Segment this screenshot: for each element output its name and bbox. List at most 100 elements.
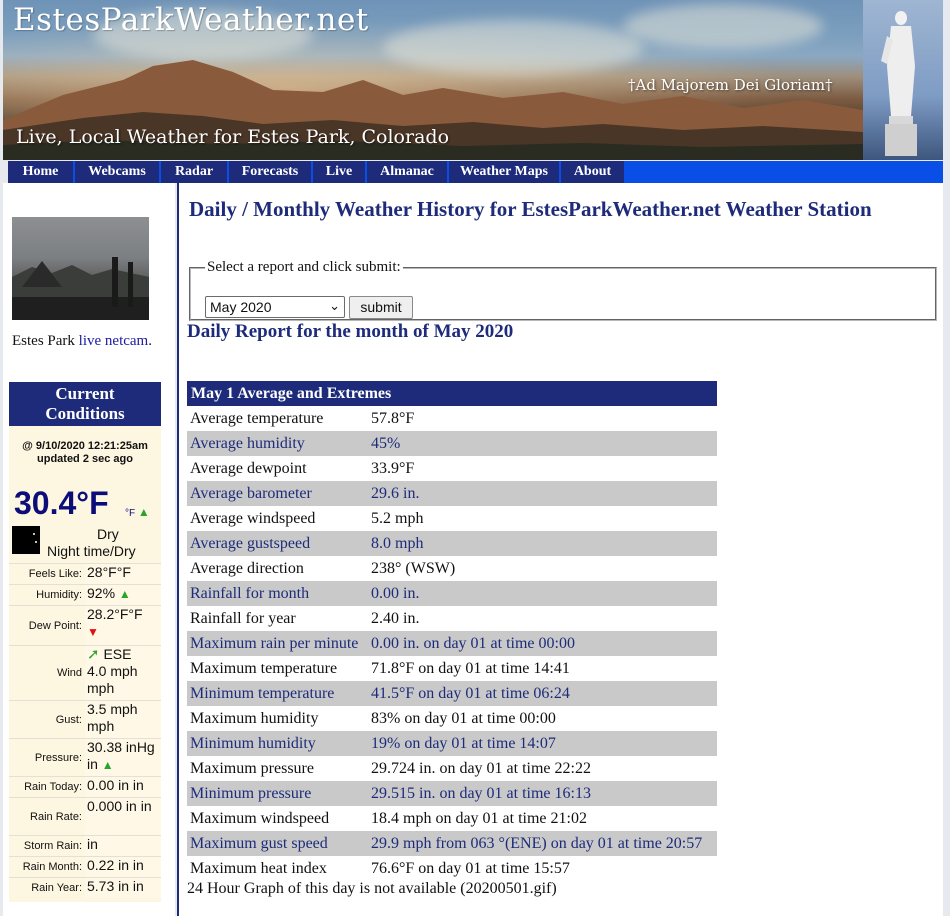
webcam-image[interactable] [12,217,149,320]
table-row: Maximum humidity 83% on day 01 at time 00… [187,706,717,731]
gust-row: Gust: 3.5 mph mph [9,700,161,738]
pressure-label: Pressure: [34,751,82,764]
nav-radar[interactable]: Radar [161,161,227,183]
current-conditions-title-line1: Current [55,384,115,403]
table-row: Maximum gust speed 29.9 mph from 063 °(EN… [187,831,717,856]
nav-live[interactable]: Live [313,161,365,183]
gust-label: Gust: [55,713,82,726]
row-label: Maximum gust speed [187,831,368,856]
row-value: 0.00 in. on day 01 at time 00:00 [368,631,717,656]
left-sidebar: Estes Park live netcam. Current Conditio… [3,183,175,916]
table-row: Average direction 238° (WSW) [187,556,717,581]
row-value: 8.0 mph [368,531,717,556]
row-value: 2.40 in. [371,609,420,627]
row-label: Maximum temperature [190,659,338,677]
table-row: Maximum pressure 29.724 in. on day 01 at … [187,756,717,781]
daily-report-table: May 1 Average and Extremes Average tempe… [187,381,717,881]
submit-button[interactable]: submit [349,296,413,319]
wind-row: Wind ➚ ESE 4.0 mph mph [9,645,161,700]
rain-month-label: Rain Month: [22,861,82,873]
wind-label: Wind [56,667,82,679]
statue-image [881,11,917,156]
row-label: Average gustspeed [187,531,368,556]
dew-point-cell: 28.2°F°F ▼ [85,606,161,645]
graph-unavailable-note: 24 Hour Graph of this day is not availab… [187,880,557,897]
moon-icon [12,526,40,554]
row-label: Maximum humidity [190,709,319,727]
rain-month-row: Rain Month: 0.22 in in [9,856,161,877]
pressure-cell: 30.38 inHg in ▲ [85,739,161,776]
dew-point-value: 28.2°F°F [87,606,143,622]
report-select[interactable]: May 2020 ⌄ [205,296,345,318]
timestamp-text: @ 9/10/2020 12:21:25am [22,440,148,452]
row-label: Minimum humidity [187,731,368,756]
row-label: Rainfall for month [187,581,368,606]
row-value: 57.8°F [371,409,415,427]
rain-year-row: Rain Year: 5.73 in in [9,877,161,898]
table-row: Minimum temperature 41.5°F on day 01 at t… [187,681,717,706]
rain-year-label: Rain Year: [31,882,82,894]
row-value: 29.6 in. [368,481,717,506]
wind-direction-arrow-icon: ➚ [87,646,100,663]
nav-weather-maps[interactable]: Weather Maps [449,161,559,183]
update-timestamp: @ 9/10/2020 12:21:25am updated 2 sec ago [9,426,161,483]
table-row: Average dewpoint 33.9°F [187,456,717,481]
trend-up-icon: ▲ [118,587,131,601]
main-content: Daily / Monthly Weather History for Este… [177,183,943,916]
nav-webcams[interactable]: Webcams [75,161,159,183]
table-row: Average humidity 45% [187,431,717,456]
table-row: Minimum pressure 29.515 in. on day 01 at … [187,781,717,806]
current-temperature: 30.4°F °F ▲ [9,483,161,523]
humidity-label: Humidity: [36,589,82,601]
wind-speed: 4.0 mph mph [87,663,138,696]
nav-about[interactable]: About [561,161,624,183]
row-value: 29.9 mph from 063 °(ENE) on day 01 at ti… [368,831,717,856]
humidity-cell: 92% ▲ [85,585,161,605]
feels-like-label: Feels Like: [28,568,82,580]
row-value: 238° (WSW) [371,559,456,577]
current-conditions-panel: Current Conditions @ 9/10/2020 12:21:25a… [9,382,161,902]
row-label: Average temperature [190,409,324,427]
nav-home[interactable]: Home [8,161,73,183]
table-header-row: May 1 Average and Extremes [187,381,717,406]
chevron-down-icon: ⌄ [329,298,340,313]
rain-today-value: 0.00 in in [85,777,161,797]
webcam-link[interactable]: live netcam [79,333,149,349]
row-label: Average dewpoint [190,459,307,477]
site-tagline: Live, Local Weather for Estes Park, Colo… [16,126,450,148]
wind-direction: ESE [103,646,132,662]
table-row: Rainfall for month 0.00 in. [187,581,717,606]
table-row: Maximum temperature 71.8°F on day 01 at t… [187,656,717,681]
storm-rain-row: Storm Rain: in [9,835,161,856]
nav-forecasts[interactable]: Forecasts [229,161,311,183]
table-row: Average temperature 57.8°F [187,406,717,431]
table-row: Maximum windspeed 18.4 mph on day 01 at t… [187,806,717,831]
page-title: Daily / Monthly Weather History for Este… [189,197,872,221]
current-conditions-title: Current Conditions [9,382,161,426]
row-label: Rainfall for year [190,609,296,627]
webcam-scene [12,257,149,320]
motto-text: †Ad Majorem Dei Gloriam† [628,76,833,94]
current-conditions-title-line2: Conditions [45,404,125,423]
pressure-value: 30.38 inHg in [87,739,155,772]
table-row: Average windspeed 5.2 mph [187,506,717,531]
webcam-caption: Estes Park live netcam. [12,333,152,350]
nav-almanac[interactable]: Almanac [367,161,447,183]
row-value: 0.00 in. [368,581,717,606]
temp-unit-text: °F [125,508,136,519]
rain-rate-value: 0.000 in in [85,798,161,835]
header-banner: EstesParkWeather.net †Ad Majorem Dei Glo… [3,0,943,160]
rain-rate-row: Rain Rate: 0.000 in in [9,797,161,835]
condition-detail: Night time/Dry [47,543,136,559]
updated-text: updated 2 sec ago [37,453,133,465]
main-navigation: Home Webcams Radar Forecasts Live Almana… [8,161,943,183]
feels-like-value: 28°F°F [85,564,161,584]
row-label: Maximum windspeed [190,809,330,827]
current-condition: Dry Night time/Dry [9,523,161,563]
wind-cell: ➚ ESE 4.0 mph mph [85,646,161,700]
report-selector: Select a report and click submit: May 20… [189,259,937,321]
row-value: 71.8°F on day 01 at time 14:41 [371,659,570,677]
row-value: 76.6°F on day 01 at time 15:57 [371,859,570,877]
site-title[interactable]: EstesParkWeather.net [13,2,369,38]
storm-rain-value: in [85,836,161,856]
